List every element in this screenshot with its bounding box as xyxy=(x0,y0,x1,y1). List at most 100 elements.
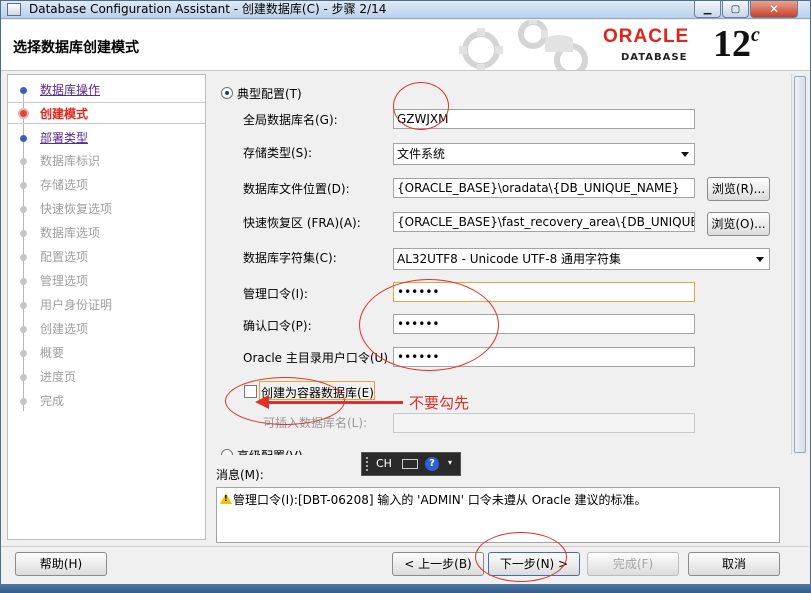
storage-type-select[interactable]: 文件系统 xyxy=(393,143,695,165)
confirm-password-label: 确认口令(P): xyxy=(243,319,312,333)
step-item: 数据库选项 xyxy=(8,222,205,244)
step-label: 存储选项 xyxy=(40,178,89,192)
step-dot-icon xyxy=(20,326,27,333)
maximize-icon: ▢ xyxy=(730,3,741,15)
title-bar[interactable]: Database Configuration Assistant - 创建数据库… xyxy=(1,1,810,19)
step-dot-icon xyxy=(20,230,27,237)
step-dot-icon xyxy=(20,206,27,213)
browse-fra-button[interactable]: 浏览(O)... xyxy=(707,212,770,236)
step-label: 创建选项 xyxy=(40,322,89,336)
ime-language: CH xyxy=(376,457,392,470)
db-file-location-label: 数据库文件位置(D): xyxy=(243,182,350,196)
typical-config-radio[interactable] xyxy=(221,87,233,99)
oracle-brand: ORACLE xyxy=(603,26,690,47)
warning-icon xyxy=(220,493,232,504)
typical-config-label: 典型配置(T) xyxy=(237,87,302,101)
step-item: 进度页 xyxy=(8,366,205,388)
advanced-config-radio[interactable] xyxy=(221,449,233,455)
oracle-logo: ORACLE DATABASE xyxy=(603,26,707,66)
annotation-arrow-line xyxy=(267,401,403,404)
step-label: 概要 xyxy=(40,346,65,360)
step-dot-icon xyxy=(20,302,27,309)
step-label: 配置选项 xyxy=(40,250,89,264)
keyboard-icon[interactable] xyxy=(402,459,418,469)
step-dot-icon xyxy=(18,108,29,119)
step-dot-icon xyxy=(20,158,27,165)
step-label: 创建模式 xyxy=(40,107,89,121)
chevron-down-icon xyxy=(756,257,764,262)
db-file-location-input[interactable]: {ORACLE_BASE}\oradata\{DB_UNIQUE_NAME} xyxy=(393,178,695,198)
minimize-icon: ▁ xyxy=(703,3,712,15)
app-icon xyxy=(7,3,21,16)
step-label: 数据库操作 xyxy=(40,83,101,97)
charset-label: 数据库字符集(C): xyxy=(243,251,337,265)
annotation-ring-passwords xyxy=(359,279,499,371)
close-icon: ✕ xyxy=(768,2,780,16)
browse-db-location-button[interactable]: 浏览(R)... xyxy=(707,177,770,201)
page-title: 选择数据库创建模式 xyxy=(13,40,139,56)
annotation-note: 不要勾先 xyxy=(409,394,470,412)
message-text: 管理口令(I):[DBT-06208] 输入的 'ADMIN' 口令未遵从 Or… xyxy=(233,493,647,507)
ime-grip-icon xyxy=(366,457,370,471)
step-dot-icon xyxy=(20,135,27,142)
dbca-window: Database Configuration Assistant - 创建数据库… xyxy=(0,0,811,593)
step-dot-icon xyxy=(20,87,27,94)
step-item: 完成 xyxy=(8,390,205,412)
messages-label: 消息(M): xyxy=(216,468,264,482)
step-item: 用户身份证明 xyxy=(8,294,205,316)
taskbar xyxy=(0,584,811,593)
step-label: 用户身份证明 xyxy=(40,298,113,312)
step-item: 快速恢复选项 xyxy=(8,198,205,220)
oracle-database-label: DATABASE xyxy=(621,52,688,63)
version-badge: 12c xyxy=(713,23,760,65)
cancel-button[interactable]: 取消 xyxy=(688,552,780,576)
scrollbar-thumb[interactable] xyxy=(794,76,806,453)
gears-decoration-icon xyxy=(459,20,588,70)
window-title: Database Configuration Assistant - 创建数据库… xyxy=(29,2,387,16)
step-item: 数据库标识 xyxy=(8,150,205,172)
step-label: 部署类型 xyxy=(40,131,89,145)
maximize-button[interactable]: ▢ xyxy=(722,1,749,18)
global-db-name-label: 全局数据库名(G): xyxy=(243,113,338,127)
pluggable-db-name-input[interactable] xyxy=(393,413,695,433)
step-dot-icon xyxy=(20,398,27,405)
finish-button[interactable]: 完成(F) xyxy=(587,552,679,576)
fra-input[interactable]: {ORACLE_BASE}\fast_recovery_area\{DB_UNI… xyxy=(393,212,695,232)
help-button[interactable]: 帮助(H) xyxy=(15,552,107,576)
header: 选择数据库创建模式 ORACLE DATABASE 12c xyxy=(1,20,810,71)
fra-label: 快速恢复区 (FRA)(A): xyxy=(243,216,361,230)
step-dot-icon xyxy=(20,182,27,189)
more-icon[interactable]: ▾ xyxy=(448,458,452,467)
admin-password-label: 管理口令(I): xyxy=(243,287,308,301)
step-label: 数据库标识 xyxy=(40,154,101,168)
step-label: 快速恢复选项 xyxy=(40,202,113,216)
close-button[interactable]: ✕ xyxy=(750,1,798,18)
oracle-home-password-label: Oracle 主目录用户口令(U) xyxy=(243,351,389,365)
step-label: 进度页 xyxy=(40,370,77,384)
step-label: 完成 xyxy=(40,394,65,408)
step-dot-icon xyxy=(20,374,27,381)
step-item: 管理选项 xyxy=(8,270,205,292)
step-dot-icon xyxy=(20,350,27,357)
annotation-ring-db-name xyxy=(393,82,449,130)
step-item: 创建选项 xyxy=(8,318,205,340)
minimize-button[interactable]: ▁ xyxy=(694,1,721,18)
help-icon[interactable]: ? xyxy=(425,457,439,471)
back-button[interactable]: < 上一步(B) xyxy=(392,552,484,576)
chevron-down-icon xyxy=(681,152,689,157)
step-label: 管理选项 xyxy=(40,274,89,288)
advanced-config-label: 高级配置(V) xyxy=(237,447,303,455)
bottom-separator xyxy=(1,546,810,547)
ime-toolbar[interactable]: CH ? ▾ xyxy=(361,452,461,476)
step-label: 数据库选项 xyxy=(40,226,101,240)
charset-select[interactable]: AL32UTF8 - Unicode UTF-8 通用字符集 xyxy=(393,248,770,270)
step-dot-icon xyxy=(20,254,27,261)
step-item[interactable]: 部署类型 xyxy=(8,127,205,149)
storage-type-label: 存储类型(S): xyxy=(243,146,313,160)
form-panel: 典型配置(T) 全局数据库名(G): GZWJXM 存储类型(S): 文件系统 … xyxy=(207,74,791,455)
form-scrollbar[interactable] xyxy=(791,74,808,455)
annotation-ring-next xyxy=(475,532,567,582)
step-item[interactable]: 数据库操作 xyxy=(8,79,205,101)
step-item[interactable]: 创建模式 xyxy=(8,102,205,124)
step-item: 存储选项 xyxy=(8,174,205,196)
